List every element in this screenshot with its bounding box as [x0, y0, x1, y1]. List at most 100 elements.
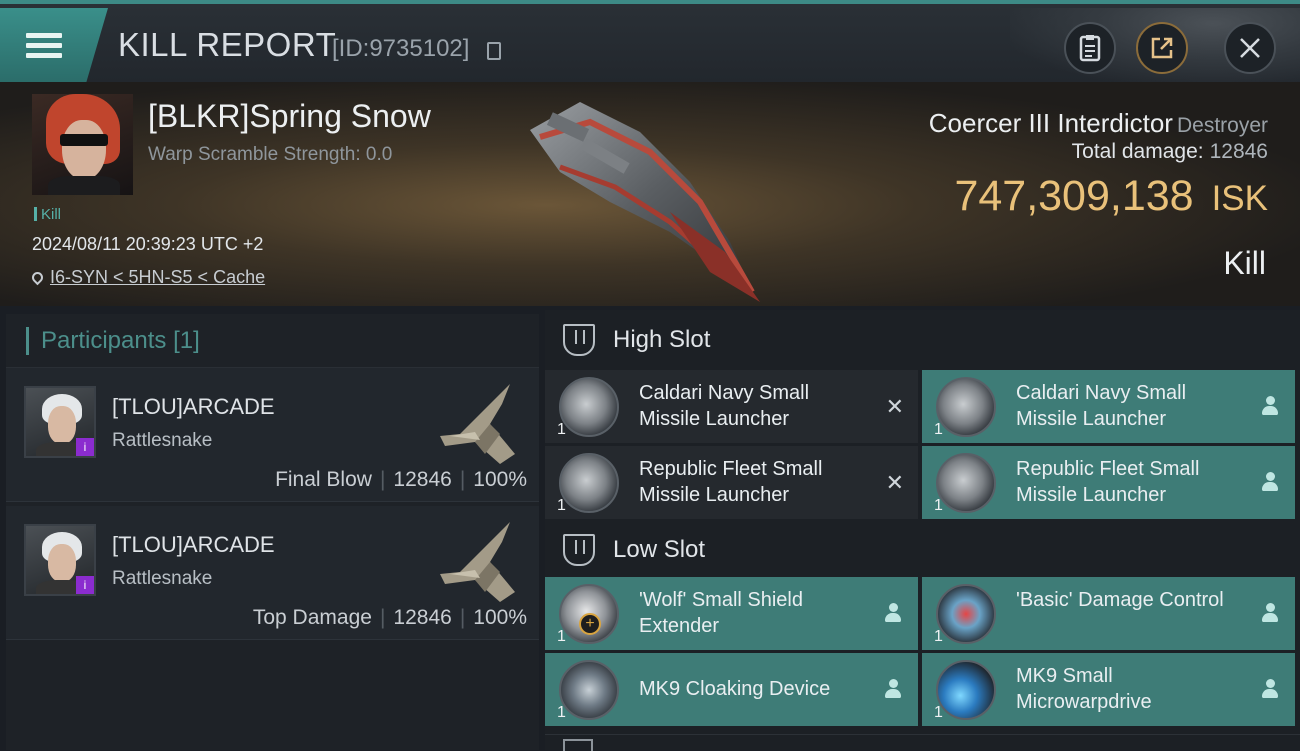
participant-percent: 100%: [473, 606, 527, 629]
kill-datetime: 2024/08/11 20:39:23 UTC +2: [32, 234, 264, 254]
high-slot-label: High Slot: [613, 326, 711, 353]
ship-class: Destroyer: [1176, 114, 1268, 137]
participant-damage: 12846: [393, 606, 452, 629]
microwarpdrive-icon: [936, 660, 996, 720]
warp-scramble-strength: Warp Scramble Strength: 0.0: [148, 144, 393, 165]
alpha-badge-icon: i: [76, 438, 94, 456]
top-bar: KILL REPORT [ID:9735102]: [0, 0, 1300, 86]
participant-damage: 12846: [393, 468, 452, 491]
location-link[interactable]: I6-SYN < 5HN-S5 < Cache: [29, 267, 265, 288]
victim-ship-image[interactable]: [520, 92, 770, 302]
participant-ship-image: [440, 522, 515, 602]
module-item[interactable]: 1 'Basic' Damage Control: [922, 577, 1295, 650]
low-slot-label: Low Slot: [613, 536, 706, 563]
victim-name[interactable]: [BLKR]Spring Snow: [148, 98, 431, 135]
person-icon: [884, 603, 902, 623]
module-quantity: 1: [934, 704, 943, 721]
isk-unit: ISK: [1211, 179, 1268, 218]
module-quantity: 1: [557, 704, 566, 721]
victim-ship-type: Coercer III Interdictor Destroyer: [929, 108, 1268, 139]
cloaking-device-icon: [559, 660, 619, 720]
total-damage: Total damage: 12846: [1072, 140, 1268, 164]
location-text[interactable]: I6-SYN < 5HN-S5 < Cache: [50, 267, 265, 287]
participant-card[interactable]: i [TLOU]ARCADE Rattlesnake Final Blow | 12…: [6, 368, 539, 502]
participant-ship: Rattlesnake: [112, 430, 213, 451]
close-button[interactable]: [1224, 22, 1276, 74]
kill-tag: Kill: [34, 206, 61, 223]
module-item[interactable]: 1 Caldari Navy Small Missile Launcher: [922, 370, 1295, 443]
module-item[interactable]: 1 Republic Fleet Small Missile Launcher …: [545, 446, 918, 519]
hamburger-icon: [26, 28, 62, 63]
page-title: KILL REPORT: [118, 26, 337, 63]
low-slot-header: Low Slot: [545, 520, 1300, 580]
location-pin-icon: [29, 269, 46, 286]
high-slot-icon: [563, 324, 595, 356]
participant-name: [TLOU]ARCADE: [112, 532, 275, 557]
module-item[interactable]: 1 MK9 Small Microwarpdrive: [922, 653, 1295, 726]
participant-portrait[interactable]: i: [24, 524, 96, 596]
missile-launcher-icon: [559, 377, 619, 437]
close-icon: [1240, 38, 1260, 58]
module-quantity: 1: [934, 628, 943, 645]
mid-slot-icon: [563, 739, 593, 751]
high-slot-header: High Slot: [545, 310, 1300, 370]
fitting-panel: High Slot 1 Caldari Navy Small Missile L…: [545, 310, 1300, 751]
participants-title: Participants: [41, 326, 167, 354]
person-icon: [884, 679, 902, 699]
share-icon: [1151, 37, 1173, 59]
destroyed-icon: ✕: [885, 470, 904, 495]
module-quantity: 1: [557, 497, 566, 514]
plus-icon: +: [579, 613, 601, 635]
total-damage-label: Total damage:: [1071, 140, 1204, 163]
clipboard-icon: [1079, 35, 1101, 62]
person-icon: [1261, 603, 1279, 623]
module-name: MK9 Small Microwarpdrive: [1016, 665, 1152, 713]
isk-value: 747,309,138 ISK: [954, 172, 1268, 221]
participant-role: Final Blow: [275, 468, 372, 491]
module-item[interactable]: 1 MK9 Cloaking Device: [545, 653, 918, 726]
menu-button[interactable]: [0, 8, 108, 82]
participant-stats: Top Damage | 12846 | 100%: [252, 606, 527, 629]
module-quantity: 1: [557, 421, 566, 438]
module-name: Caldari Navy Small Missile Launcher: [1016, 382, 1187, 430]
participants-panel: Participants [1] i [TLOU]ARCADE Rattlesn…: [6, 314, 539, 750]
person-icon: [1261, 679, 1279, 699]
module-quantity: 1: [557, 628, 566, 645]
participant-ship-image: [440, 384, 515, 464]
missile-launcher-icon: [936, 377, 996, 437]
person-icon: [1261, 472, 1279, 492]
participant-stats: Final Blow | 12846 | 100%: [275, 468, 527, 491]
victim-portrait[interactable]: [32, 94, 133, 195]
participant-card[interactable]: i [TLOU]ARCADE Rattlesnake Top Damage | 12…: [6, 506, 539, 640]
victim-banner: [BLKR]Spring Snow Warp Scramble Strength…: [0, 82, 1300, 306]
module-name: 'Wolf' Small Shield Extender: [639, 589, 803, 637]
participants-count: [1]: [173, 326, 200, 354]
participant-percent: 100%: [473, 468, 527, 491]
participant-role: Top Damage: [252, 606, 372, 629]
low-slot-icon: [563, 534, 595, 566]
mid-slot-header-partial: [545, 734, 1300, 751]
ship-name[interactable]: Coercer III Interdictor: [929, 108, 1173, 138]
participant-name: [TLOU]ARCADE: [112, 394, 275, 419]
module-quantity: 1: [934, 421, 943, 438]
damage-control-icon: [936, 584, 996, 644]
missile-launcher-icon: [936, 453, 996, 513]
participant-portrait[interactable]: i: [24, 386, 96, 458]
module-item[interactable]: 1 Caldari Navy Small Missile Launcher ✕: [545, 370, 918, 443]
module-name: Republic Fleet Small Missile Launcher: [639, 458, 823, 506]
destroyed-icon: ✕: [885, 394, 904, 419]
missile-launcher-icon: [559, 453, 619, 513]
module-quantity: 1: [934, 497, 943, 514]
person-icon: [1261, 396, 1279, 416]
alpha-badge-icon: i: [76, 576, 94, 594]
copy-icon[interactable]: [487, 42, 501, 60]
share-button[interactable]: [1136, 22, 1188, 74]
kill-result: Kill: [1223, 245, 1266, 281]
module-item[interactable]: 1 Republic Fleet Small Missile Launcher: [922, 446, 1295, 519]
module-name: Caldari Navy Small Missile Launcher: [639, 382, 810, 430]
module-item[interactable]: + 1 'Wolf' Small Shield Extender: [545, 577, 918, 650]
clipboard-button[interactable]: [1064, 22, 1116, 74]
participants-header: Participants [1]: [6, 314, 539, 368]
participant-ship: Rattlesnake: [112, 568, 213, 589]
module-name: 'Basic' Damage Control: [1016, 589, 1224, 611]
